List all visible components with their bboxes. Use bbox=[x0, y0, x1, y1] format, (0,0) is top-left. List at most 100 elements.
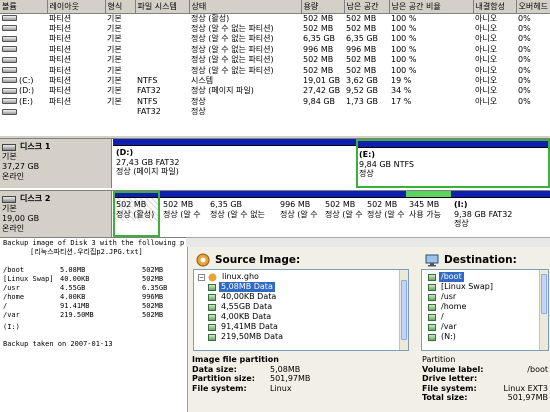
destination-scrollbar[interactable] bbox=[539, 270, 548, 350]
source-partition-item[interactable]: 219,50MB Data bbox=[208, 332, 285, 342]
column-header[interactable]: 남은 공간 비율 bbox=[389, 0, 474, 14]
disk-2-partition[interactable]: 6,35 GB 정상 (알 수 없는 bbox=[207, 191, 277, 237]
disk-1-header[interactable]: 디스크 1 기본 37,27 GB 온라인 bbox=[0, 139, 112, 188]
disk-1-partition-d[interactable]: (D:) 27,43 GB FAT32 정상 (페이지 파일) bbox=[113, 139, 356, 188]
table-row[interactable]: 파티션 기본 정상 (알 수 없는 파티션) 502 MB 502 MB 100 % 아니오… bbox=[0, 55, 550, 65]
disk-2-header[interactable]: 디스크 2 기본 19,00 GB 온라인 bbox=[0, 191, 112, 237]
table-row[interactable]: (C:) 파티션 기본 NTFS 시스템 19,01 GB 3,62 GB 19 % 아니오 0% bbox=[0, 76, 550, 86]
table-row[interactable]: (D:) 파티션 기본 FAT32 정상 (페이지 파일) 27,42 GB 9,52 GB… bbox=[0, 86, 550, 96]
table-cell bbox=[301, 107, 344, 117]
disk-2-partition[interactable]: (I:) 9,38 GB FAT32 정상 bbox=[451, 191, 550, 237]
table-cell: 기본 bbox=[105, 76, 135, 86]
destination-partition-item[interactable]: (N:) bbox=[428, 332, 458, 342]
cell-text: 34 % bbox=[391, 86, 412, 96]
table-cell bbox=[0, 34, 47, 44]
column-header[interactable]: 형식 bbox=[105, 0, 136, 14]
table-row[interactable]: 파티션 기본 정상 (알 수 없는 파티션) 502 MB 502 MB 100 % 아니오… bbox=[0, 66, 550, 76]
destination-partition-label: /home bbox=[441, 302, 467, 311]
cell-text: 100 % bbox=[391, 23, 417, 33]
disk-volume-icon bbox=[2, 35, 17, 42]
table-cell: 파티션 bbox=[47, 66, 105, 76]
source-root[interactable]: − linux.gho bbox=[198, 272, 261, 282]
cell-text: (D:) bbox=[19, 86, 35, 96]
cell-text: 기본 bbox=[107, 44, 122, 54]
destination-partition-label: /boot bbox=[439, 272, 464, 282]
column-header[interactable]: 용량 bbox=[301, 0, 345, 14]
cell-text: 파티션 bbox=[49, 44, 72, 54]
source-partition-item[interactable]: 91,41MB Data bbox=[208, 322, 280, 332]
disk-2-partition[interactable]: 345 MB 사용 가능 bbox=[406, 191, 451, 237]
source-scrollbar[interactable] bbox=[399, 270, 408, 350]
scrollbar-thumb[interactable] bbox=[401, 280, 407, 340]
column-header[interactable]: 상태 bbox=[189, 0, 302, 14]
scrollbar-thumb[interactable] bbox=[541, 274, 547, 314]
table-row[interactable]: 파티션 기본 정상 (알 수 없는 파티션) 996 MB 996 MB 100 % 아니오… bbox=[0, 45, 550, 55]
partition-body: 502 MB 정상 (알 수 bbox=[322, 198, 364, 221]
collapse-icon[interactable]: − bbox=[198, 273, 205, 281]
column-header[interactable]: 파일 시스템 bbox=[135, 0, 190, 14]
destination-partition-item[interactable]: /boot bbox=[428, 272, 464, 282]
table-row[interactable]: (E:) 파티션 기본 NTFS 정상 9,84 GB 1,73 GB 17 % 아니오 0% bbox=[0, 97, 550, 107]
source-partition-item[interactable]: 4,00KB Data bbox=[208, 312, 273, 322]
disk-2-partition[interactable]: 502 MB 정상 (활성) bbox=[113, 191, 160, 237]
column-header[interactable]: 오버헤드 bbox=[516, 0, 550, 14]
destination-partition-item[interactable]: /home bbox=[428, 302, 468, 312]
cell-text: 19,01 GB bbox=[303, 75, 341, 85]
column-header[interactable]: 레이아웃 bbox=[47, 0, 106, 14]
disk-volume-icon bbox=[2, 77, 17, 84]
table-cell: 아니오 bbox=[473, 97, 516, 107]
destination-partition-item[interactable]: /usr bbox=[428, 292, 458, 302]
volume-list: 볼륨 레이아웃 형식 파일 시스템 상태 용량 남은 공간 남은 공간 비율 내결함성 오버헤드 … bbox=[0, 0, 550, 136]
cell-text: 0% bbox=[518, 75, 531, 85]
partition-icon bbox=[208, 303, 216, 311]
table-row[interactable]: 파티션 기본 정상 (알 수 없는 파티션) 502 MB 502 MB 100 % 아니오… bbox=[0, 24, 550, 34]
source-heading: Source Image: bbox=[196, 253, 300, 267]
destination-partition-item[interactable]: [Linux Swap] bbox=[428, 282, 495, 292]
partition-size: 502 MB bbox=[367, 200, 398, 209]
column-header[interactable]: 볼륨 bbox=[0, 0, 48, 14]
cell-text: FAT32 bbox=[137, 86, 161, 96]
partition-icon bbox=[428, 283, 436, 291]
table-cell: 아니오 bbox=[473, 45, 516, 55]
disk-2-partition[interactable]: 502 MB 정상 (알 수 bbox=[160, 191, 207, 237]
column-header[interactable]: 내결함성 bbox=[473, 0, 517, 14]
table-cell: 정상 (알 수 없는 파티션) bbox=[189, 66, 301, 76]
table-cell: 아니오 bbox=[473, 66, 516, 76]
table-cell: (C:) bbox=[0, 76, 47, 86]
info-row: Volume label: /boot bbox=[422, 365, 548, 375]
destination-heading: Destination: bbox=[425, 253, 517, 267]
destination-tree[interactable]: /boot [Linux Swap]/usr/home //var (N:) bbox=[421, 269, 549, 351]
partition-size: 502 MB bbox=[163, 200, 194, 209]
partition-bar bbox=[406, 191, 451, 198]
cell-text: 996 MB bbox=[346, 44, 377, 54]
table-cell: 정상 (활성) bbox=[189, 13, 301, 24]
disk-2-partition[interactable]: 502 MB 정상 (알 수 bbox=[322, 191, 364, 237]
table-row[interactable]: 파티션 기본 정상 (알 수 없는 파티션) 6,35 GB 6,35 GB 100 % 아… bbox=[0, 34, 550, 44]
backup-log-title: Backup image of Disk 3 with the followin… bbox=[3, 239, 185, 247]
image-file-icon bbox=[208, 273, 217, 281]
table-row[interactable]: FAT32 정상 bbox=[0, 107, 550, 117]
cell-text: 1,73 GB bbox=[346, 96, 379, 106]
destination-partition-item[interactable]: / bbox=[428, 312, 446, 322]
disk-1-partition-e[interactable]: (E:) 9,84 GB NTFS 정상 bbox=[356, 139, 550, 188]
table-cell: 502 MB bbox=[344, 55, 389, 65]
disk-2-partition[interactable]: 502 MB 정상 (알 수 bbox=[364, 191, 406, 237]
table-cell: 19 % bbox=[389, 76, 473, 86]
table-cell: 502 MB bbox=[344, 24, 389, 34]
source-partition-item[interactable]: 4,55GB Data bbox=[208, 302, 274, 312]
partition-bar bbox=[277, 191, 322, 198]
partition-size: 345 MB bbox=[409, 200, 440, 209]
disk-2-partition[interactable]: 996 MB 정상 (알 수 bbox=[277, 191, 322, 237]
cell-text: 27,42 GB bbox=[303, 86, 341, 96]
source-partition-item[interactable]: 5,08MB Data bbox=[208, 282, 275, 292]
source-tree[interactable]: − linux.gho 5,08MB Data 40,00KB Data 4,55G… bbox=[193, 269, 409, 351]
column-header[interactable]: 남은 공간 bbox=[344, 0, 390, 14]
source-partition-label: 4,00KB Data bbox=[221, 312, 272, 321]
destination-partition-item[interactable]: /var bbox=[428, 322, 459, 332]
source-partition-item[interactable]: 40,00KB Data bbox=[208, 292, 278, 302]
partition-status: 정상 (알 수 bbox=[163, 209, 201, 219]
partition-bar bbox=[113, 191, 160, 198]
table-row[interactable]: 파티션 기본 정상 (활성) 502 MB 502 MB 100 % 아니오 0% bbox=[0, 13, 550, 24]
table-cell: 정상 (알 수 없는 파티션) bbox=[189, 45, 301, 55]
info-value: 501,97MB bbox=[270, 374, 311, 384]
